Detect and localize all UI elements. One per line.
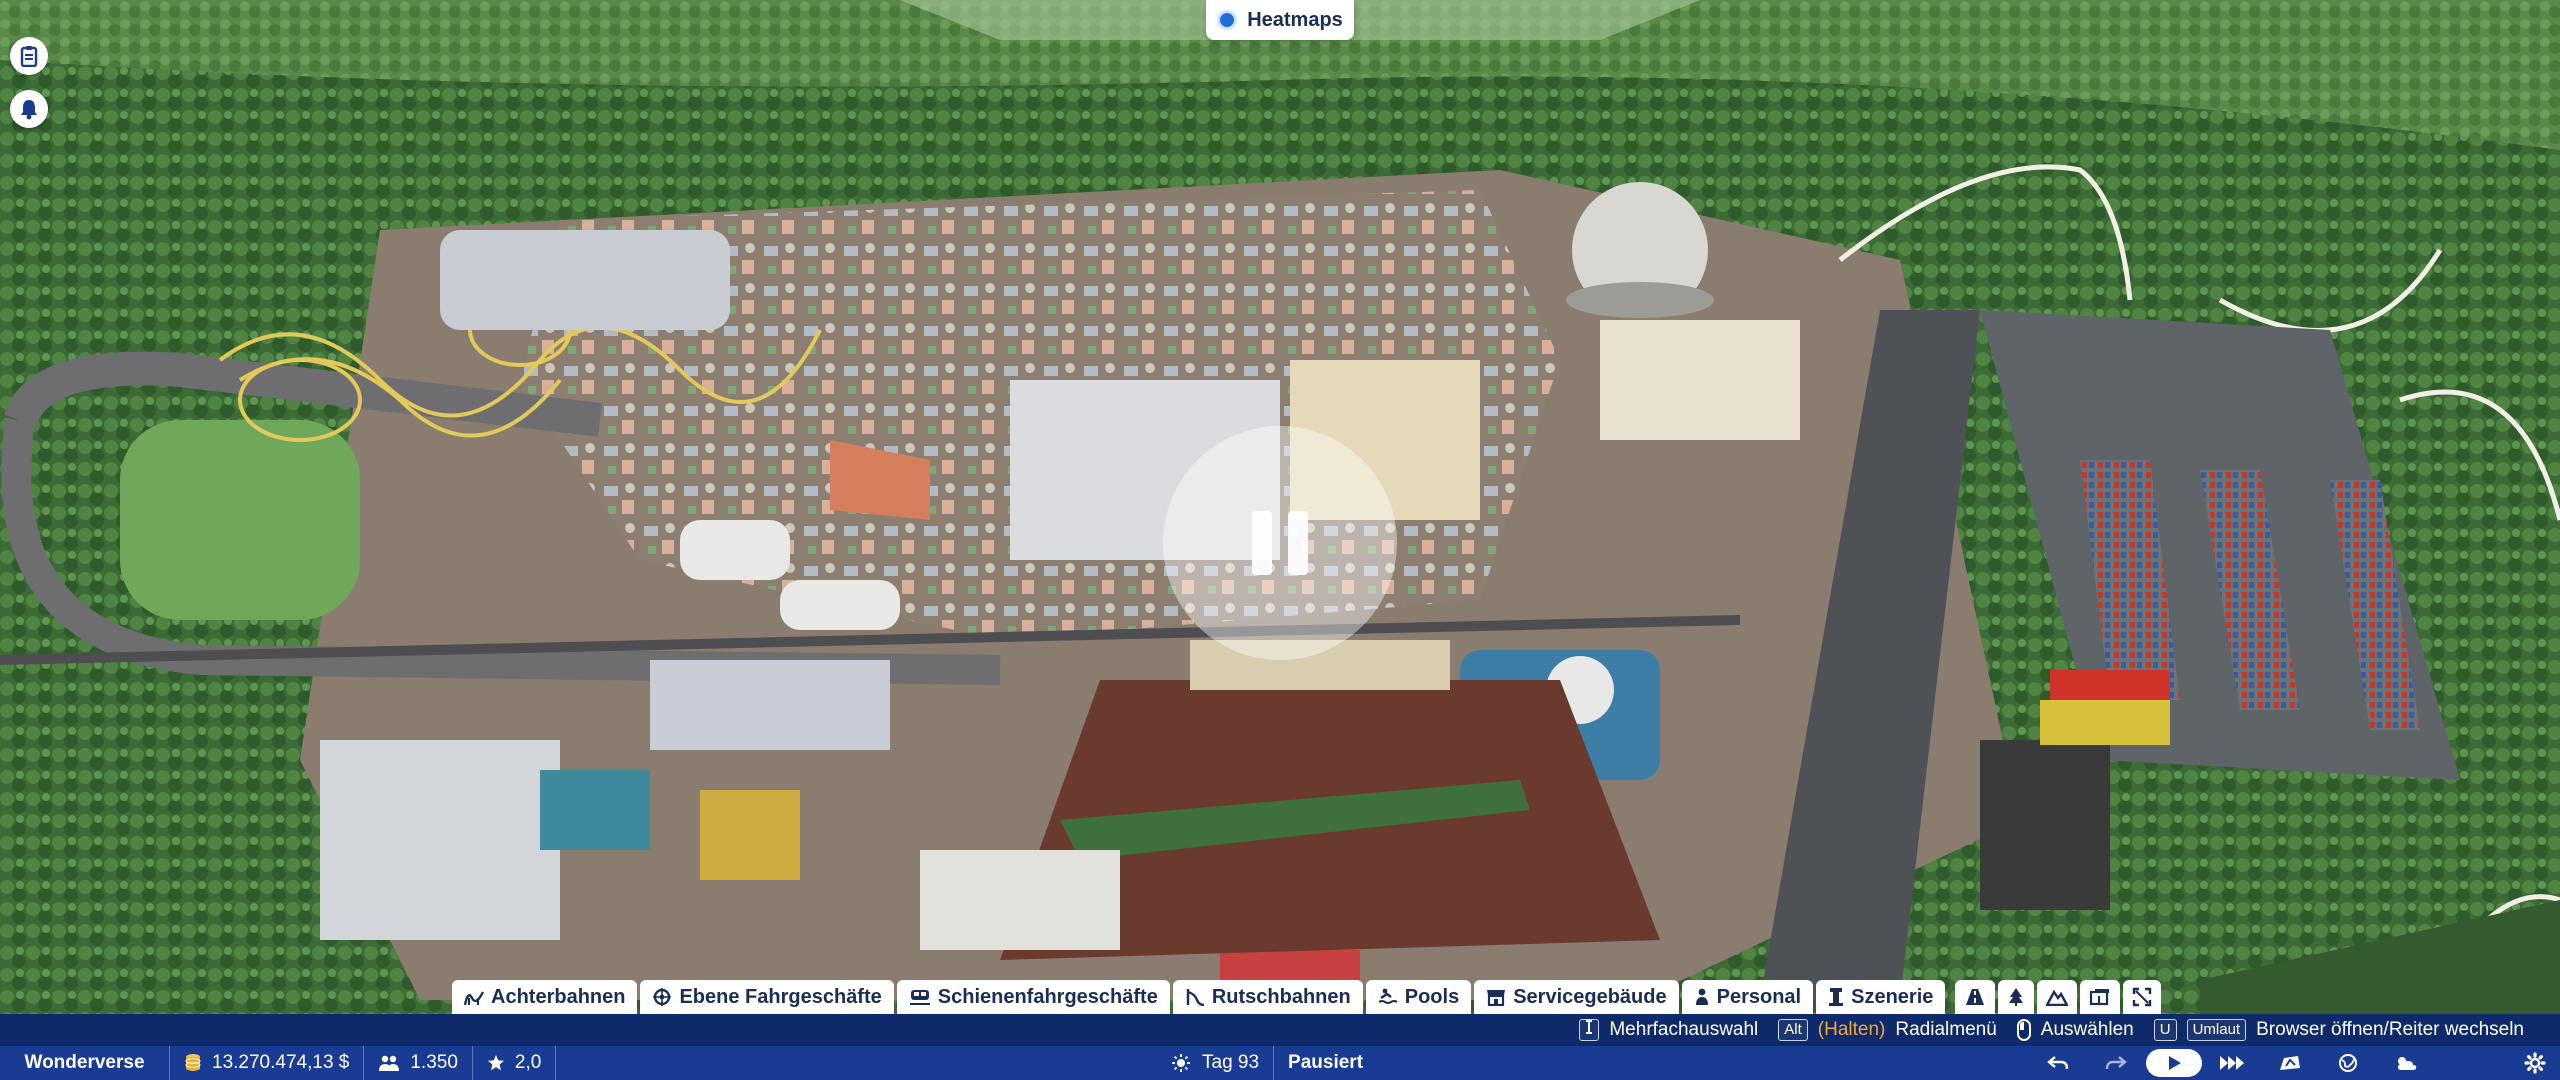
category-flat-rides[interactable]: Ebene Fahrgeschäfte — [640, 980, 894, 1014]
globe-button[interactable] — [2320, 1049, 2376, 1077]
weather-button[interactable] — [2378, 1049, 2434, 1077]
clipboard-button[interactable] — [10, 37, 48, 75]
hint-select: Auswählen — [2016, 1019, 2134, 1041]
paused-label: Pausiert — [1288, 1052, 1364, 1073]
blueprint-icon — [2090, 989, 2110, 1006]
park-name[interactable]: Wonderverse — [0, 1046, 170, 1080]
day-value: Tag 93 — [1202, 1052, 1260, 1073]
tool-trees[interactable] — [1998, 980, 2035, 1014]
alt-key: Alt — [1778, 1019, 1808, 1041]
fast-forward-button[interactable] — [2204, 1049, 2260, 1077]
weather-icon — [2398, 1057, 2417, 1070]
staff-icon — [1695, 988, 1708, 1005]
category-scenery[interactable]: Szenerie — [1816, 980, 1946, 1014]
money-stat[interactable]: 13.270.474,13 $ — [170, 1046, 365, 1080]
camera-icon — [2280, 1056, 2300, 1070]
hint-label: Radialmenü — [1895, 1019, 1997, 1040]
hint-label: Browser öffnen/Reiter wechseln — [2256, 1019, 2524, 1040]
hint-label: Mehrfachauswahl — [1609, 1019, 1759, 1040]
gear-icon[interactable] — [2524, 1052, 2546, 1074]
redo-icon — [2105, 1056, 2127, 1070]
tool-paths[interactable] — [1955, 980, 1996, 1014]
paused-segment: Pausiert — [1273, 1046, 1377, 1080]
umlaut-key: Umlaut — [2186, 1019, 2247, 1041]
coins-icon — [185, 1054, 201, 1071]
money-value: 13.270.474,13 $ — [212, 1052, 350, 1073]
guests-stat[interactable]: 1.350 — [364, 1046, 473, 1080]
clipboard-icon — [20, 46, 38, 67]
guests-icon — [379, 1055, 400, 1071]
camera-button[interactable] — [2262, 1049, 2318, 1077]
category-label: Achterbahnen — [491, 985, 626, 1008]
category-label: Servicegebäude — [1513, 985, 1667, 1008]
category-label: Ebene Fahrgeschäfte — [679, 985, 882, 1008]
u-key: U — [2153, 1019, 2177, 1041]
heatmaps-icon — [1217, 10, 1238, 30]
coaster-icon — [464, 991, 484, 1006]
category-track-rides[interactable]: Schienenfahrgeschäfte — [896, 980, 1170, 1014]
tool-terrain[interactable] — [2037, 980, 2078, 1014]
hint-radial-menu: Alt (Halten) Radialmenü — [1778, 1019, 1997, 1041]
resize-icon — [2133, 987, 2152, 1007]
guests-value: 1.350 — [410, 1052, 458, 1073]
scenery-icon — [1829, 988, 1844, 1006]
shop-icon — [1487, 990, 1506, 1006]
globe-icon — [2339, 1054, 2357, 1072]
control-hints-bar: Mehrfachauswahl Alt (Halten) Radialmenü … — [0, 1014, 2560, 1046]
hold-label: (Halten) — [1817, 1019, 1886, 1040]
undo-icon — [2047, 1056, 2069, 1070]
slide-icon — [1186, 989, 1204, 1006]
build-category-bar: Achterbahnen Ebene Fahrgeschäfte Schiene… — [452, 980, 2162, 1014]
category-coasters[interactable]: Achterbahnen — [452, 980, 638, 1014]
notifications-button[interactable] — [10, 90, 48, 128]
category-pools[interactable]: Pools — [1365, 980, 1472, 1014]
category-label: Personal — [1716, 985, 1802, 1008]
tool-blueprints[interactable] — [2080, 980, 2121, 1014]
terrain-icon — [2046, 989, 2069, 1006]
category-label: Schienenfahrgeschäfte — [937, 985, 1158, 1008]
speed-controls — [2030, 1046, 2434, 1080]
heatmaps-button[interactable]: Heatmaps — [1206, 0, 1354, 40]
category-service-buildings[interactable]: Servicegebäude — [1474, 980, 1679, 1014]
time-display: Tag 93 Pausiert — [1158, 1046, 1377, 1080]
fast-forward-icon — [2220, 1056, 2244, 1070]
mouse-left-icon — [2016, 1019, 2031, 1041]
path-icon — [1966, 989, 1985, 1005]
settings-area — [2524, 1046, 2546, 1080]
status-bar: Wonderverse 13.270.474,13 $ 1.350 2,0 Ta… — [0, 1046, 2560, 1080]
tool-resize[interactable] — [2123, 980, 2162, 1014]
pause-indicator — [1163, 426, 1397, 660]
category-label: Pools — [1404, 985, 1460, 1008]
heatmaps-label: Heatmaps — [1247, 8, 1343, 31]
multi-select-icon — [1579, 1019, 1600, 1041]
track-ride-icon — [909, 990, 930, 1005]
rating-stat[interactable]: 2,0 — [473, 1046, 557, 1080]
flat-ride-icon — [653, 988, 672, 1006]
hint-label: Auswählen — [2040, 1019, 2134, 1040]
rating-value: 2,0 — [514, 1052, 542, 1073]
day-segment: Tag 93 — [1158, 1046, 1273, 1080]
redo-button[interactable] — [2088, 1049, 2144, 1077]
sun-icon — [1172, 1054, 1190, 1072]
play-button[interactable] — [2146, 1049, 2202, 1077]
hint-browser: U Umlaut Browser öffnen/Reiter wechseln — [2153, 1019, 2524, 1041]
star-icon — [487, 1055, 504, 1071]
category-label: Rutschbahnen — [1211, 985, 1351, 1008]
category-staff[interactable]: Personal — [1681, 980, 1814, 1014]
undo-button[interactable] — [2030, 1049, 2086, 1077]
category-slides[interactable]: Rutschbahnen — [1172, 980, 1363, 1014]
tree-icon — [2009, 988, 2024, 1006]
hint-multi-select: Mehrfachauswahl — [1579, 1019, 1758, 1041]
play-icon — [2169, 1056, 2181, 1070]
bell-icon — [21, 100, 37, 120]
pool-icon — [1378, 988, 1398, 1004]
category-label: Szenerie — [1851, 985, 1934, 1008]
